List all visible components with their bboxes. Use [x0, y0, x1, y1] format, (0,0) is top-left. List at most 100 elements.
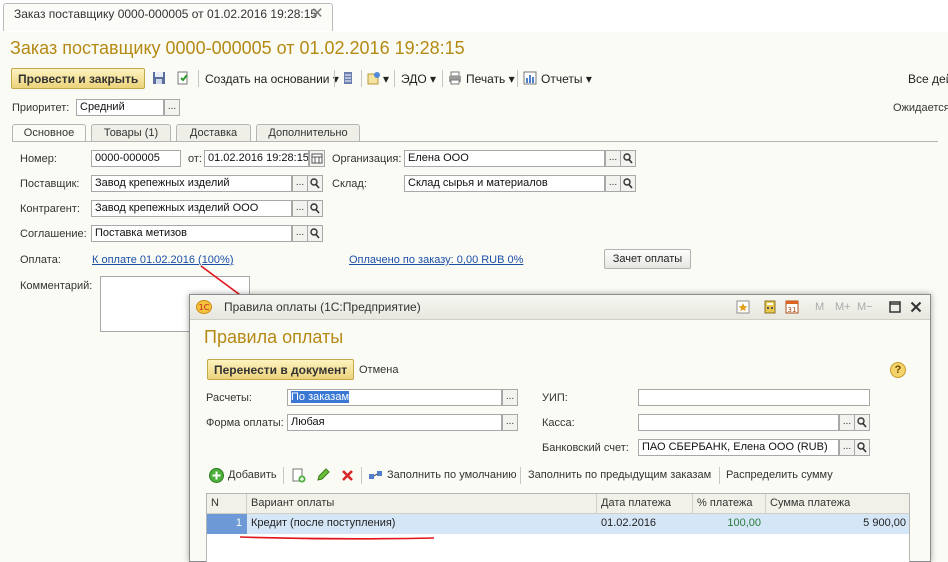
edo-menu[interactable]: ЭДО ▾ [401, 72, 436, 86]
agreement-field[interactable]: Поставка метизов [91, 225, 292, 242]
fill-previous-orders-button[interactable]: Заполнить по предыдущим заказам [528, 469, 711, 481]
payment-offset-button[interactable]: Зачет оплаты [604, 249, 691, 269]
svg-text:1С: 1С [199, 303, 210, 312]
printer-icon[interactable] [448, 71, 462, 85]
column-header-variant[interactable]: Вариант оплаты [247, 494, 597, 514]
paid-amount-link[interactable]: Оплачено по заказу: 0,00 RUB 0% [349, 254, 523, 266]
organization-search-icon[interactable] [620, 150, 636, 167]
structure-icon[interactable] [341, 71, 355, 85]
supplier-select-button[interactable]: ... [292, 175, 308, 192]
post-and-close-button[interactable]: Провести и закрыть [11, 68, 146, 89]
tab-goods[interactable]: Товары (1) [91, 124, 171, 141]
payment-label: Оплата: [20, 254, 61, 266]
close-tab-icon[interactable]: ✕ [311, 4, 324, 22]
add-icon[interactable] [209, 468, 224, 483]
bank-account-search-icon[interactable] [854, 439, 870, 456]
supplier-search-icon[interactable] [307, 175, 323, 192]
warehouse-search-icon[interactable] [620, 175, 636, 192]
copy-row-icon[interactable] [291, 468, 306, 483]
agreement-select-button[interactable]: ... [292, 225, 308, 242]
page-title: Заказ поставщику 0000-000005 от 01.02.20… [10, 38, 465, 58]
column-header-n[interactable]: N [207, 494, 247, 514]
calc-field[interactable]: По заказам [287, 389, 502, 406]
cash-select-button[interactable]: ... [839, 414, 855, 431]
date-field[interactable]: 01.02.2016 19:28:15 [204, 150, 309, 167]
column-header-date[interactable]: Дата платежа [597, 494, 693, 514]
payment-form-field[interactable]: Любая [287, 414, 502, 431]
close-icon[interactable] [910, 301, 922, 313]
attachments-icon[interactable] [367, 71, 381, 85]
payment-form-label: Форма оплаты: [206, 417, 284, 429]
tab-delivery[interactable]: Доставка [176, 124, 251, 141]
bank-account-select-button[interactable]: ... [839, 439, 855, 456]
reports-menu[interactable]: Отчеты ▾ [541, 72, 592, 86]
tab-main[interactable]: Основное [12, 124, 86, 142]
counterparty-select-button[interactable]: ... [292, 200, 308, 217]
tab-underline [12, 141, 938, 142]
cash-field[interactable] [638, 414, 839, 431]
distribute-sum-button[interactable]: Распределить сумму [726, 469, 833, 481]
counterparty-label: Контрагент: [20, 203, 80, 215]
priority-label: Приоритет: [12, 102, 70, 114]
add-button[interactable]: Добавить [228, 469, 277, 481]
cash-label: Касса: [542, 417, 575, 429]
counterparty-field[interactable]: Завод крепежных изделий ООО [91, 200, 292, 217]
dialog-window-title: Правила оплаты (1С:Предприятие) [224, 300, 421, 314]
calendar-icon[interactable] [309, 150, 325, 167]
memory-m-button[interactable]: M [815, 301, 824, 313]
transfer-to-document-button[interactable]: Перенести в документ [207, 359, 355, 380]
number-field[interactable]: 0000-000005 [91, 150, 181, 167]
date-label: от: [188, 153, 202, 165]
calendar-31-icon[interactable]: 31 [785, 300, 799, 314]
bank-account-field[interactable]: ПАО СБЕРБАНК, Елена ООО (RUB) [638, 439, 839, 456]
agreement-search-icon[interactable] [307, 225, 323, 242]
edit-pencil-icon[interactable] [316, 468, 330, 482]
payment-form-select-button[interactable]: ... [502, 414, 518, 431]
help-icon[interactable]: ? [890, 362, 906, 378]
column-header-percent[interactable]: % платежа [693, 494, 766, 514]
priority-select-button[interactable]: ... [164, 99, 180, 116]
cancel-button[interactable]: Отмена [359, 364, 398, 376]
create-based-on-menu[interactable]: Создать на основании ▾ [205, 72, 339, 86]
priority-field[interactable]: Средний [76, 99, 164, 116]
percent-cell: 100,00 [727, 517, 761, 529]
maximize-icon[interactable] [889, 301, 901, 313]
supplier-field[interactable]: Завод крепежных изделий [91, 175, 292, 192]
variant-cell: Кредит (после поступления) [251, 517, 396, 529]
favorites-icon[interactable] [736, 300, 750, 314]
toolbar-separator [361, 70, 362, 87]
post-document-icon[interactable] [176, 71, 190, 85]
save-icon[interactable] [152, 71, 166, 85]
print-menu[interactable]: Печать ▾ [466, 72, 515, 86]
fill-default-button[interactable]: Заполнить по умолчанию [387, 469, 517, 481]
tab-additional[interactable]: Дополнительно [256, 124, 360, 141]
organization-field[interactable]: Елена ООО [404, 150, 605, 167]
attachments-dropdown-icon[interactable]: ▾ [383, 72, 389, 86]
calculator-icon[interactable] [763, 300, 777, 314]
all-actions-menu[interactable]: Все дей [908, 72, 948, 86]
reports-icon[interactable] [523, 71, 537, 85]
document-tab-label: Заказ поставщику 0000-000005 от 01.02.20… [14, 7, 318, 21]
uip-field[interactable] [638, 389, 870, 406]
warehouse-select-button[interactable]: ... [605, 175, 621, 192]
warehouse-field[interactable]: Склад сырья и материалов [404, 175, 605, 192]
memory-minus-button[interactable]: M− [857, 301, 873, 313]
date-cell: 01.02.2016 [601, 517, 657, 529]
delete-icon[interactable] [341, 469, 354, 482]
memory-plus-button[interactable]: M+ [835, 301, 851, 313]
fill-default-icon[interactable] [368, 469, 384, 482]
comment-label: Комментарий: [20, 280, 93, 292]
supplier-label: Поставщик: [20, 178, 80, 190]
calc-select-button[interactable]: ... [502, 389, 518, 406]
bank-account-label: Банковский счет: [542, 442, 629, 454]
toolbar-separator [361, 467, 362, 484]
organization-select-button[interactable]: ... [605, 150, 621, 167]
counterparty-search-icon[interactable] [307, 200, 323, 217]
column-header-sum[interactable]: Сумма платежа [766, 494, 909, 514]
number-label: Номер: [20, 153, 57, 165]
sum-cell: 5 900,00 [863, 517, 906, 529]
calc-label: Расчеты: [206, 392, 252, 404]
cash-search-icon[interactable] [854, 414, 870, 431]
1c-logo-icon: 1С [196, 300, 212, 314]
toolbar-separator [198, 70, 199, 87]
